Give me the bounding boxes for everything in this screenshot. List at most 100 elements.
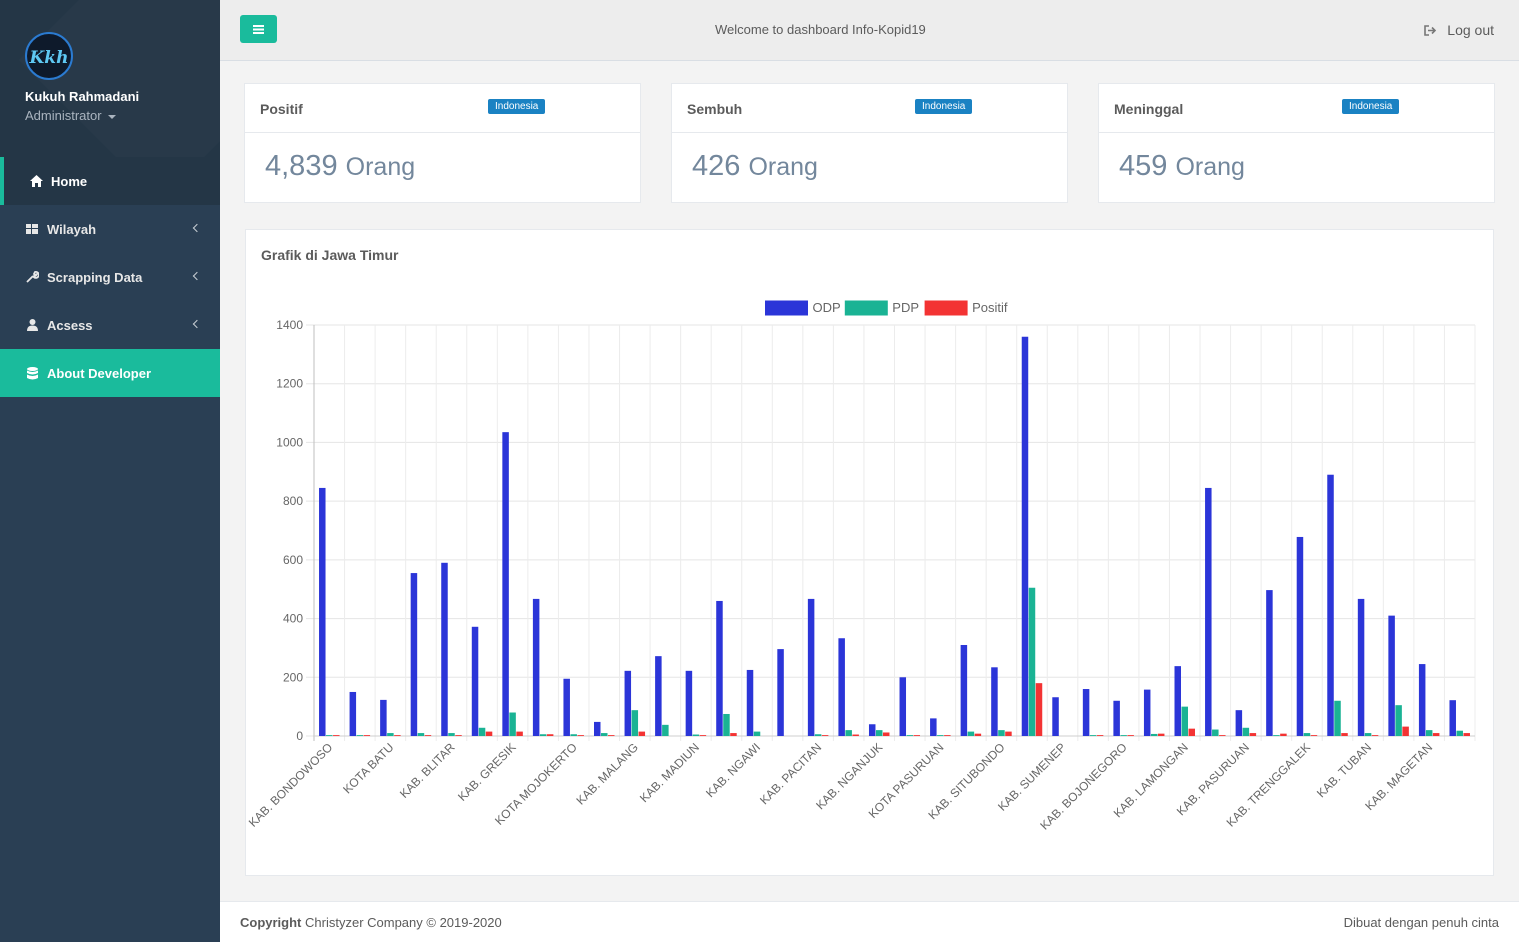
x-tick-label: KAB. BLITAR [397, 740, 458, 801]
copyright-text: Christyzer Company © 2019-2020 [305, 915, 502, 930]
x-tick-label: KAB. MADIUN [637, 740, 702, 805]
bar-odp [1388, 615, 1395, 736]
bar-positif [1249, 733, 1257, 736]
bar-pdp [814, 734, 822, 736]
bar-pdp [1150, 733, 1158, 736]
sidebar-item-label: Home [51, 173, 88, 189]
chart-panel: 0 200 400 600 800 1000 1200 1400 KAB. BONDOWOSO K… [245, 229, 1494, 876]
bar-positif [1157, 733, 1165, 736]
x-tick-label: KAB. PACITAN [757, 740, 824, 807]
sidebar-item-label: About Developer [47, 365, 152, 381]
bar-positif [1096, 735, 1104, 736]
bar-pdp [326, 735, 333, 736]
bar-pdp [1425, 730, 1433, 736]
bar-positif [516, 731, 523, 736]
x-tick-label: KAB. TUBAN [1314, 740, 1374, 800]
bar-pdp [937, 735, 944, 736]
panel-title: Grafik di Jawa Timur [261, 247, 399, 263]
profile-section: Kkh Kukuh Rahmadani Administrator [0, 0, 220, 157]
sidebar-item-acsess[interactable]: Acsess [0, 301, 220, 349]
bar-pdp [570, 734, 577, 736]
bar-odp [991, 667, 998, 736]
bar-pdp [1242, 727, 1250, 736]
sidebar-item-about-developer[interactable]: About Developer [0, 349, 220, 397]
bar-positif [1371, 735, 1379, 736]
footer: Copyright Christyzer Company © 2019-2020… [220, 901, 1519, 942]
sidebar-nav: Home Wilayah Scrapping Data Acsess About… [0, 157, 220, 397]
bar-positif [577, 735, 584, 736]
top-navbar: Welcome to dashboard Info-Kopid19 Log ou… [220, 0, 1519, 61]
sidebar-item-scrapping-data[interactable]: Scrapping Data [0, 253, 220, 301]
bar-pdp [845, 730, 852, 736]
x-tick-label: KOTA BATU [340, 740, 396, 796]
bar-odp [594, 721, 601, 736]
bar-positif [699, 735, 707, 736]
logout-label: Log out [1447, 22, 1494, 38]
bar-pdp [1028, 587, 1036, 736]
bar-positif [1310, 735, 1318, 736]
bar-pdp [1089, 735, 1097, 736]
bar-odp [624, 670, 632, 736]
card-title: Positif [260, 101, 303, 117]
bar-pdp [1303, 733, 1311, 736]
x-tick-label: KAB. GRESIK [455, 740, 519, 804]
sidebar-item-label: Scrapping Data [47, 269, 143, 285]
logo-avatar: Kkh [25, 32, 73, 80]
chevron-left-icon [192, 223, 202, 233]
bar-pdp [967, 731, 975, 736]
bar-odp [716, 600, 723, 736]
region-badge: Indonesia [1342, 99, 1400, 114]
stat-number: 426 [692, 150, 741, 182]
sign-out-icon [1424, 24, 1437, 36]
y-tick-label: 1000 [276, 435, 303, 449]
profile-role-dropdown[interactable]: Administrator [25, 108, 116, 123]
logout-button[interactable]: Log out [1424, 22, 1494, 38]
hamburger-icon [253, 24, 264, 34]
menu-toggle-button[interactable] [240, 15, 277, 43]
card-title: Meninggal [1114, 101, 1184, 117]
bar-positif [974, 733, 982, 736]
bar-positif [546, 734, 554, 736]
bar-odp [899, 677, 907, 736]
bar-pdp [1364, 733, 1372, 736]
bar-pdp [662, 724, 669, 736]
bar-pdp [1395, 705, 1402, 736]
user-icon [25, 319, 39, 331]
bar-pdp [631, 710, 639, 736]
database-icon [25, 366, 39, 380]
bar-odp [1143, 689, 1151, 736]
bar-pdp [448, 733, 455, 736]
sidebar-item-wilayah[interactable]: Wilayah [0, 205, 220, 253]
bar-positif [424, 735, 432, 736]
bar-positif [730, 733, 737, 736]
bar-odp [1205, 487, 1212, 736]
bar-odp [1357, 598, 1365, 736]
card-value: 459 Orang [1119, 150, 1245, 183]
stat-unit: Orang [1175, 153, 1245, 181]
bar-odp [685, 670, 693, 736]
stat-card-positif: Positif Indonesia 4,839 Orang [244, 83, 641, 203]
bar-odp [1113, 700, 1120, 736]
bar-odp [960, 644, 968, 736]
bar-odp [746, 669, 754, 736]
bar-pdp [1120, 735, 1127, 736]
stat-number: 4,839 [265, 150, 338, 182]
grid-icon [25, 224, 39, 234]
bar-positif [638, 731, 646, 736]
bar-odp [655, 656, 662, 736]
bar-odp [807, 598, 815, 736]
legend-swatch-positif [924, 300, 968, 316]
sidebar-item-label: Wilayah [47, 221, 97, 237]
sidebar-item-home[interactable]: Home [0, 157, 220, 205]
bar-positif [608, 735, 615, 736]
bar-pdp [539, 734, 547, 736]
bar-positif [1432, 733, 1440, 736]
profile-role-label: Administrator [25, 108, 102, 123]
bar-pdp [1181, 706, 1188, 736]
bar-odp [380, 699, 387, 736]
y-tick-label: 0 [296, 729, 303, 743]
sidebar: Kkh Kukuh Rahmadani Administrator Home W… [0, 0, 220, 942]
bar-pdp [1334, 700, 1341, 736]
bar-positif [1463, 733, 1470, 736]
stat-card-meninggal: Meninggal Indonesia 459 Orang [1098, 83, 1495, 203]
